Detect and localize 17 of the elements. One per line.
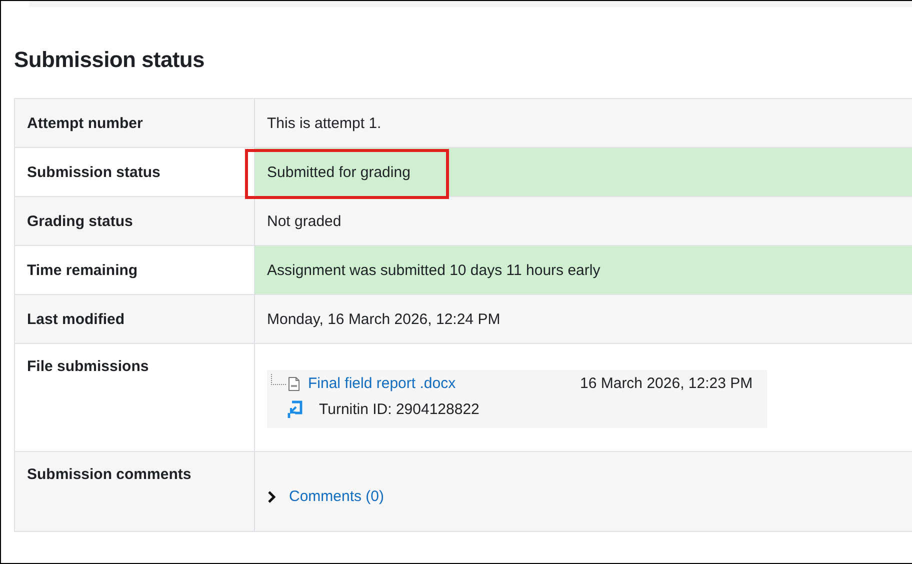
comments-link[interactable]: Comments (0) [289, 488, 384, 505]
row-label: Submission comments [14, 452, 254, 532]
file-date: 16 March 2026, 12:23 PM [580, 375, 753, 392]
arrow-square-icon [287, 400, 303, 420]
value-text: Monday, 16 March 2026, 12:24 PM [267, 310, 500, 328]
document-icon [288, 376, 300, 390]
value-text: Submitted for grading [267, 164, 410, 180]
turnitin-id: Turnitin ID: 2904128822 [319, 401, 480, 418]
row-label: Last modified [14, 294, 254, 344]
file-link[interactable]: Final field report .docx [308, 375, 580, 392]
value-text: This is attempt 1. [267, 114, 382, 132]
row-label: Attempt number [14, 98, 254, 148]
value-text: Assignment was submitted 10 days 11 hours early [267, 262, 600, 278]
value-text: Not graded [267, 212, 342, 230]
section-heading: Submission status [14, 47, 206, 73]
chevron-icon[interactable] [267, 490, 277, 504]
row-label: Grading status [14, 196, 254, 246]
